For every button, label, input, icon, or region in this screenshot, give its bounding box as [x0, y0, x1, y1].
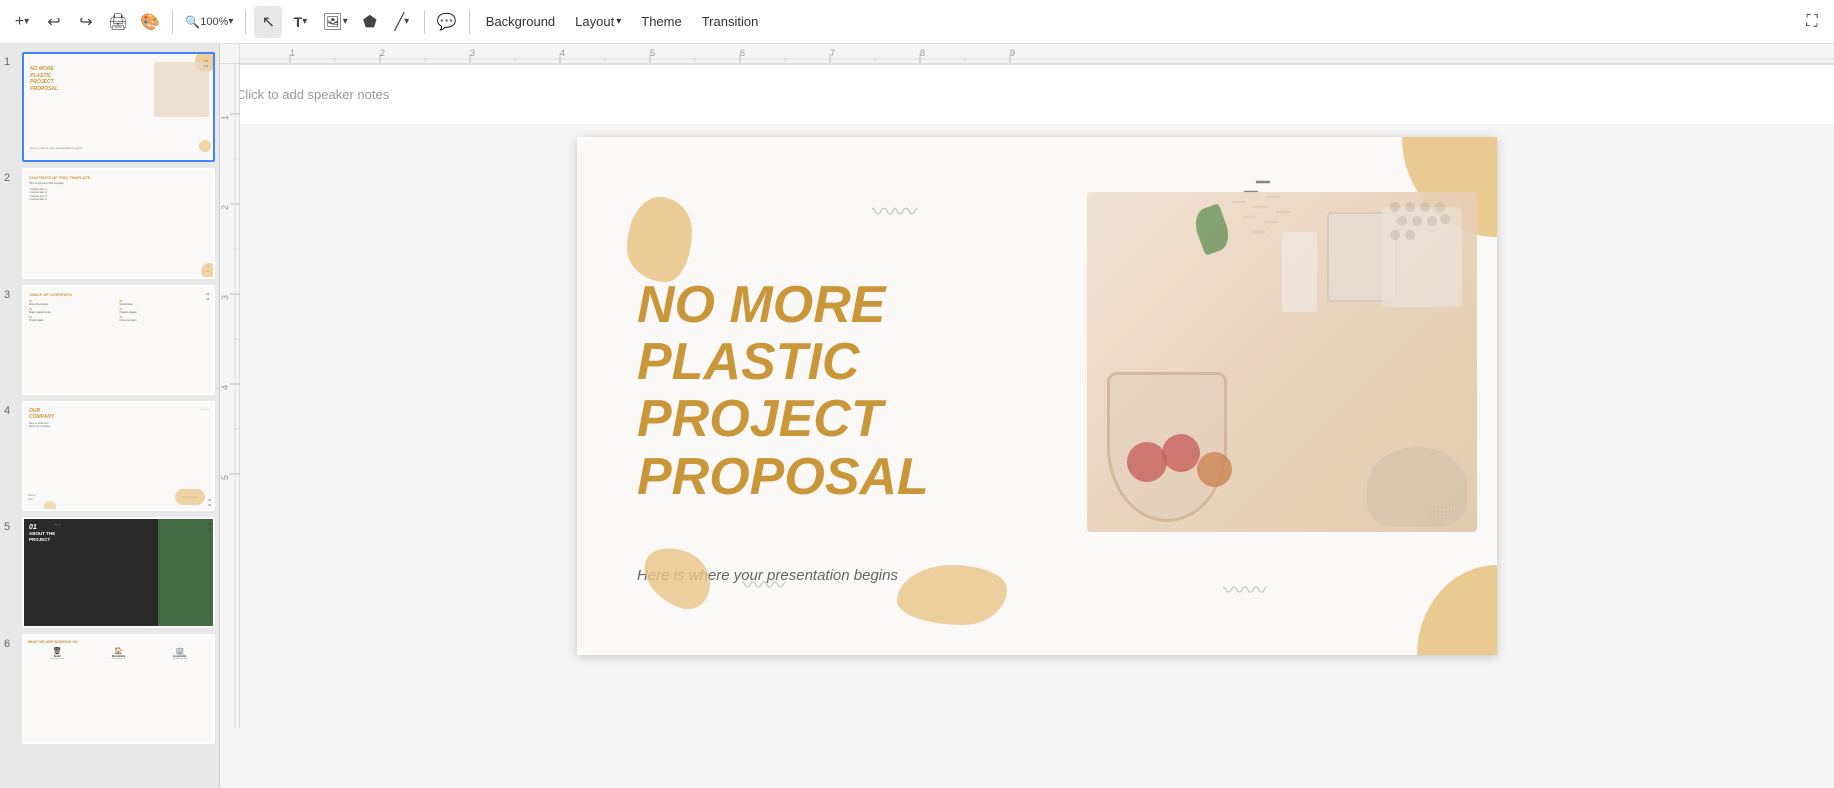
zoom-level: 100% [200, 16, 228, 28]
svg-text:3: 3 [470, 48, 475, 58]
undo-icon: ↩ [47, 12, 60, 32]
ruler-horizontal: 1 2 3 4 5 6 7 8 9 [240, 44, 1834, 64]
deco-wave-bottom-left: 〰〰 [742, 568, 786, 600]
slide-number-3: 3 [4, 285, 18, 301]
svg-text:8: 8 [920, 48, 925, 58]
undo-button[interactable]: ↩ [40, 6, 68, 38]
svg-text:5: 5 [220, 475, 230, 480]
separator-2 [245, 10, 246, 34]
canvas-area: 1 2 3 4 5 6 7 8 9 [220, 44, 1834, 788]
cursor-icon: ↖ [262, 12, 275, 32]
deco-blob-bottom-center [897, 565, 1007, 625]
separator-1 [172, 10, 173, 34]
svg-text:3: 3 [220, 295, 230, 300]
ruler-vertical: 1 2 3 4 5 [220, 64, 240, 728]
cursor-tool[interactable]: ↖ [254, 6, 282, 38]
slide-number-5: 5 [4, 517, 18, 533]
zoom-icon: 🔍 [185, 15, 200, 29]
slide-item-4[interactable]: 4 OURCOMPANY Here is some textabout our … [4, 401, 215, 511]
slide-thumb-2: CONTENTS OF THIS TEMPLATE Here is the te… [22, 168, 215, 278]
redo-icon: ↪ [79, 12, 92, 32]
slide-number-2: 2 [4, 168, 18, 184]
theme-button[interactable]: Theme [633, 6, 689, 38]
print-button[interactable]: 🖨 [104, 6, 132, 38]
line-tool[interactable]: ╱ ▾ [388, 6, 416, 38]
svg-text:7: 7 [830, 48, 835, 58]
slide-thumb-6: WHAT WE ARE WORKING ON 🗑 Retail Descript… [22, 634, 215, 744]
zoom-dropdown-icon: ▾ [228, 16, 233, 27]
svg-text:6: 6 [740, 48, 745, 58]
line-icon: ╱ [394, 12, 404, 32]
ruler-corner [220, 44, 240, 64]
svg-text:4: 4 [560, 48, 565, 58]
svg-text:1: 1 [220, 115, 230, 120]
add-button[interactable]: + ▾ [8, 6, 36, 38]
maximize-button[interactable]: ⛶ [1798, 6, 1826, 38]
deco-wave-bottom-right: 〰〰 [1223, 573, 1267, 605]
svg-text:1: 1 [290, 48, 295, 58]
transition-button[interactable]: Transition [694, 6, 767, 38]
toolbar: + ▾ ↩ ↪ 🖨 🎨 🔍 100% ▾ ↖ T ▾ 🖼 ▾ ⬟ ╱ ▾ [0, 0, 1834, 44]
layout-dropdown-icon: ▾ [616, 16, 621, 27]
maximize-icon: ⛶ [1806, 13, 1817, 31]
slide-number-1: 1 [4, 52, 18, 68]
deco-blob-bottom-left [635, 540, 720, 616]
image-icon: 🖼 [322, 12, 342, 32]
add-dropdown-icon: ▾ [24, 16, 29, 27]
separator-3 [424, 10, 425, 34]
slide-item-5[interactable]: 5 01 ABOUT THEPROJECT •••• 〜〜 [4, 517, 215, 627]
print-icon: 🖨 [108, 12, 128, 32]
slides-panel: 1 NO MOREPLASTICPROJECTPROPOSAL [0, 44, 220, 788]
main-slide[interactable]: 〰〰 [577, 137, 1497, 655]
deco-blob-top-left [627, 197, 692, 282]
paint-icon: 🎨 [140, 12, 160, 32]
background-button[interactable]: Background [478, 6, 563, 38]
slide-item-3[interactable]: 3 TABLE OF CONTENTS 01About the project … [4, 285, 215, 395]
separator-4 [469, 10, 470, 34]
add-icon: + [15, 13, 24, 31]
slide-title: NO MORE PLASTIC PROJECT PROPOSAL [637, 277, 929, 506]
slide-thumb-5: 01 ABOUT THEPROJECT •••• 〜〜 [22, 517, 215, 627]
shape-tool[interactable]: ⬟ [356, 6, 384, 38]
svg-text:4: 4 [220, 385, 230, 390]
slide-item-6[interactable]: 6 WHAT WE ARE WORKING ON 🗑 Retail Descri… [4, 634, 215, 744]
paint-button[interactable]: 🎨 [136, 6, 164, 38]
svg-text:2: 2 [220, 205, 230, 210]
slide-thumb-1: NO MOREPLASTICPROJECTPROPOSAL •••• Here … [22, 52, 215, 162]
slide-thumb-4: OURCOMPANY Here is some textabout our co… [22, 401, 215, 511]
slide-image: ••••••••••••••••••• [1087, 192, 1477, 532]
layout-button[interactable]: Layout ▾ [567, 6, 629, 38]
slide-canvas-container: 〰〰 [240, 64, 1834, 728]
text-tool[interactable]: T ▾ [286, 6, 314, 38]
zoom-button[interactable]: 🔍 100% ▾ [181, 6, 237, 38]
slide-number-6: 6 [4, 634, 18, 650]
svg-text:2: 2 [380, 48, 385, 58]
text-icon: T [294, 14, 303, 30]
svg-text:5: 5 [650, 48, 655, 58]
shape-icon: ⬟ [363, 12, 377, 32]
deco-blob-bottom-right [1417, 565, 1497, 655]
main-area: 1 NO MOREPLASTICPROJECTPROPOSAL [0, 44, 1834, 788]
slide-item-1[interactable]: 1 NO MOREPLASTICPROJECTPROPOSAL [4, 52, 215, 162]
comment-button[interactable]: 💬 [433, 6, 461, 38]
redo-button[interactable]: ↪ [72, 6, 100, 38]
slide-thumb-3: TABLE OF CONTENTS 01About the project 04… [22, 285, 215, 395]
svg-text:9: 9 [1010, 48, 1015, 58]
image-tool[interactable]: 🖼 ▾ [318, 6, 351, 38]
slide-item-2[interactable]: 2 CONTENTS OF THIS TEMPLATE Here is the … [4, 168, 215, 278]
deco-wave-top-center: 〰〰 [872, 192, 916, 227]
slide-number-4: 4 [4, 401, 18, 417]
comment-icon: 💬 [437, 12, 457, 32]
